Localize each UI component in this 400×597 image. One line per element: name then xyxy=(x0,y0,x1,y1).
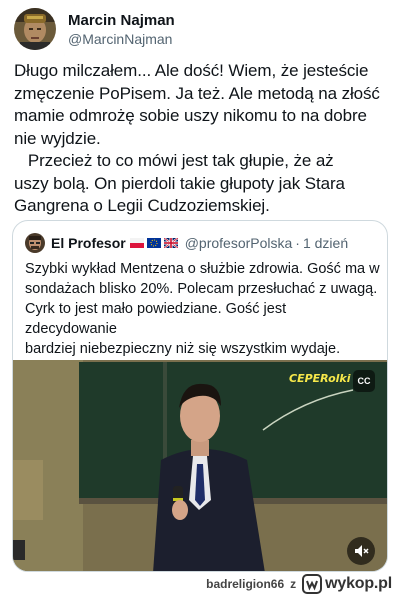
tweet-text: Długo milczałem... Ale dość! Wiem, że je… xyxy=(14,61,380,215)
separator: · xyxy=(295,235,300,251)
quoted-tweet-header: El Profesor @profesorPolska · 1 dzień xyxy=(25,233,348,253)
speaker-muted-icon[interactable] xyxy=(347,537,375,565)
closed-captions-icon[interactable]: CC xyxy=(353,370,375,392)
author-name[interactable]: Marcin Najman xyxy=(68,11,175,30)
wykop-logo: wykop.pl xyxy=(302,574,392,594)
wykop-icon xyxy=(302,574,323,594)
eu-flag-icon xyxy=(146,238,161,248)
watermark-footer: badreligion66 z wykop.pl xyxy=(206,573,392,595)
quoted-author-handle[interactable]: @profesorPolska xyxy=(185,235,293,251)
quoted-tweet[interactable]: El Profesor @profesorPolska · 1 dzień Sz… xyxy=(12,220,388,572)
tweet-header: Marcin Najman @MarcinNajman xyxy=(14,8,175,50)
uk-flag-icon xyxy=(163,238,178,248)
connector-text: z xyxy=(290,577,297,591)
video-frame xyxy=(13,360,387,571)
video-player[interactable]: CEPERolki CC xyxy=(13,360,387,571)
author-handle[interactable]: @MarcinNajman xyxy=(68,30,175,48)
poland-flag-icon xyxy=(129,238,144,248)
wykop-brand: wykop.pl xyxy=(325,575,392,592)
uploader-name: badreligion66 xyxy=(206,577,285,591)
quoted-author-name[interactable]: El Profesor xyxy=(51,235,126,251)
avatar[interactable] xyxy=(14,8,56,50)
board-writing: CEPERolki xyxy=(289,372,351,385)
quoted-avatar[interactable] xyxy=(25,233,45,253)
quoted-timestamp[interactable]: 1 dzień xyxy=(303,235,348,251)
